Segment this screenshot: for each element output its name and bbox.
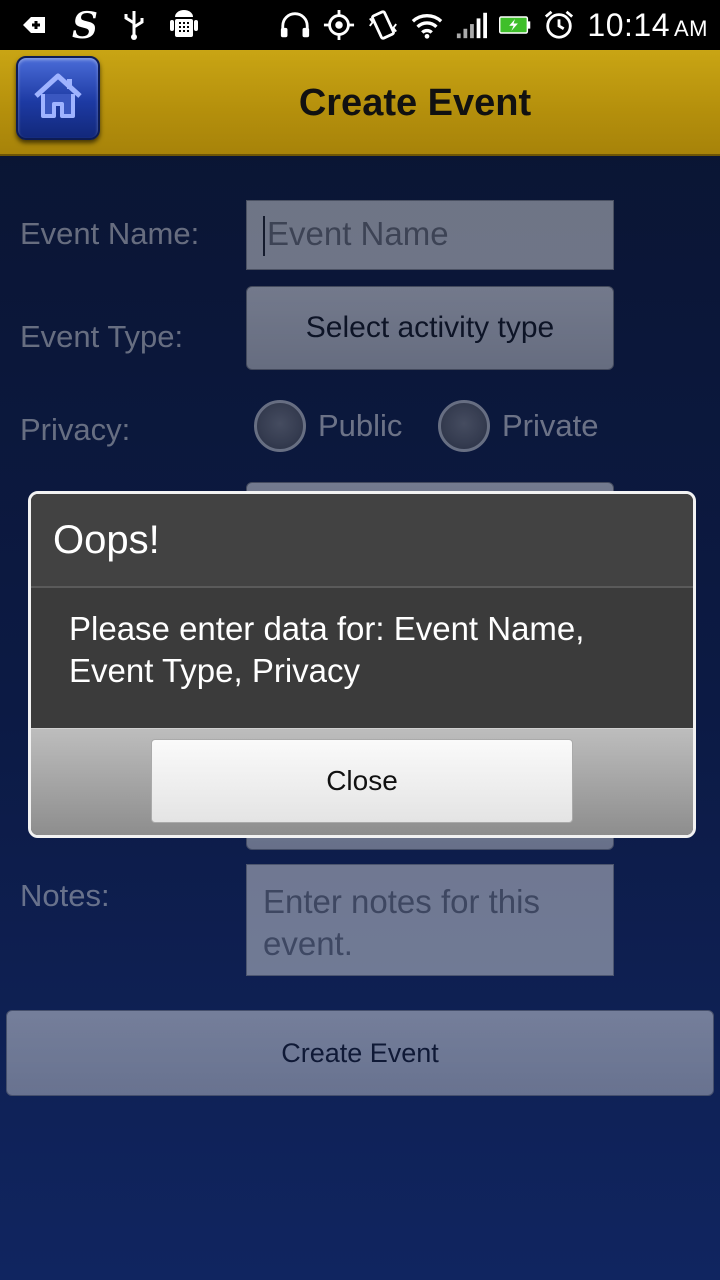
dialog-footer: Close xyxy=(31,728,693,835)
wifi-icon xyxy=(411,9,443,41)
home-button[interactable] xyxy=(16,56,100,140)
public-radio[interactable] xyxy=(254,400,306,452)
privacy-label: Privacy: xyxy=(20,412,131,447)
notes-label: Notes: xyxy=(20,878,110,913)
add-notification-icon xyxy=(18,9,50,41)
headphones-icon xyxy=(279,9,311,41)
gps-icon xyxy=(323,9,355,41)
alarm-icon xyxy=(543,9,575,41)
privacy-public-option[interactable]: Public xyxy=(254,400,402,452)
clock: 10:14 AM xyxy=(587,6,708,43)
dialog-message: Please enter data for: Event Name, Event… xyxy=(31,588,693,728)
vibrate-icon xyxy=(367,9,399,41)
public-radio-label: Public xyxy=(318,408,403,443)
create-event-button[interactable]: Create Event xyxy=(6,1010,714,1096)
privacy-private-option[interactable]: Private xyxy=(438,400,598,452)
signal-icon xyxy=(455,9,488,41)
app-header: Create Event xyxy=(0,50,720,156)
home-icon xyxy=(32,72,84,124)
svg-text:S: S xyxy=(72,7,98,43)
close-button[interactable]: Close xyxy=(151,739,573,823)
event-name-label: Event Name: xyxy=(20,216,200,251)
s-app-icon: S xyxy=(68,7,100,43)
alert-dialog: Oops! Please enter data for: Event Name,… xyxy=(28,491,696,838)
private-radio[interactable] xyxy=(438,400,490,452)
select-activity-type-button[interactable]: Select activity type xyxy=(246,286,614,370)
event-name-input[interactable]: Event Name xyxy=(246,200,614,270)
event-type-label: Event Type: xyxy=(20,319,184,354)
status-bar: S 10:14 AM xyxy=(0,0,720,50)
page-title: Create Event xyxy=(298,81,532,124)
text-cursor xyxy=(263,216,265,257)
dialog-title: Oops! xyxy=(31,494,693,588)
private-radio-label: Private xyxy=(502,408,599,443)
battery-charging-icon xyxy=(499,9,531,41)
usb-icon xyxy=(118,9,150,41)
android-debug-icon xyxy=(168,9,200,41)
notes-input[interactable]: Enter notes for this event. xyxy=(246,864,614,976)
